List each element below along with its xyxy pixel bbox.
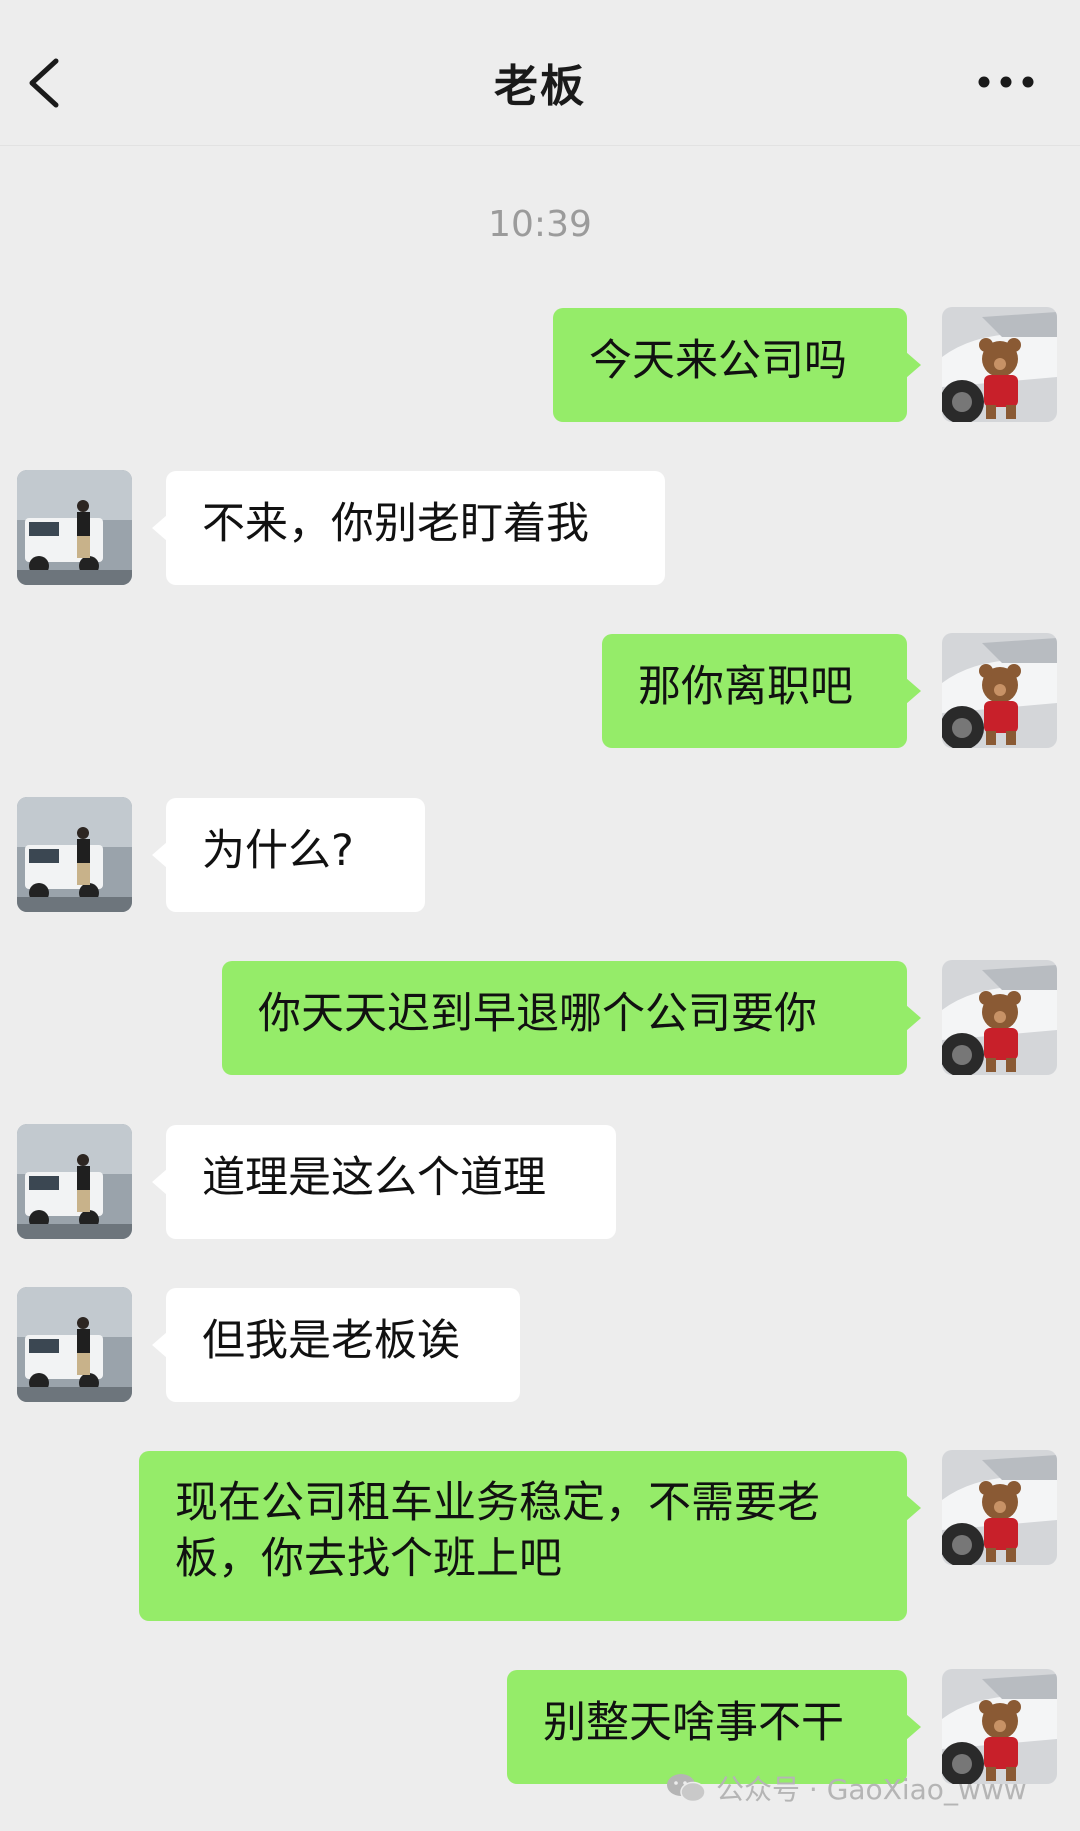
person-with-suv-avatar-icon bbox=[17, 1124, 132, 1239]
chat-header: 老板 bbox=[0, 0, 1080, 146]
contact-avatar[interactable] bbox=[17, 797, 132, 912]
teddy-bear-car-avatar-icon bbox=[942, 960, 1057, 1075]
message-bubble-received[interactable]: 不来，你别老盯着我 bbox=[152, 471, 665, 585]
my-avatar[interactable] bbox=[942, 633, 1057, 748]
message-bubble-received[interactable]: 道理是这么个道理 bbox=[152, 1125, 616, 1239]
message-bubble-sent[interactable]: 别整天啥事不干 bbox=[507, 1670, 921, 1784]
watermark: 公众号 · GaoXiao_www bbox=[666, 1768, 1027, 1808]
my-avatar[interactable] bbox=[942, 960, 1057, 1075]
message-bubble-sent[interactable]: 现在公司租车业务稳定，不需要老板，你去找个班上吧 bbox=[139, 1451, 921, 1621]
teddy-bear-car-avatar-icon bbox=[942, 1450, 1057, 1565]
message-bubble-sent[interactable]: 你天天迟到早退哪个公司要你 bbox=[222, 961, 921, 1075]
person-with-suv-avatar-icon bbox=[17, 797, 132, 912]
wechat-logo-icon bbox=[667, 1774, 706, 1803]
message-timestamp: 10:39 bbox=[488, 204, 592, 245]
teddy-bear-car-avatar-icon bbox=[942, 633, 1057, 748]
my-avatar[interactable] bbox=[942, 1669, 1057, 1784]
more-dots-icon bbox=[978, 76, 1034, 88]
my-avatar[interactable] bbox=[942, 1450, 1057, 1565]
teddy-bear-car-avatar-icon bbox=[942, 1669, 1057, 1784]
person-with-suv-avatar-icon bbox=[17, 1287, 132, 1402]
contact-avatar[interactable] bbox=[17, 1287, 132, 1402]
contact-avatar[interactable] bbox=[17, 1124, 132, 1239]
teddy-bear-car-avatar-icon bbox=[942, 307, 1057, 422]
message-bubble-received[interactable]: 但我是老板诶 bbox=[152, 1288, 520, 1402]
contact-avatar[interactable] bbox=[17, 470, 132, 585]
message-bubble-sent[interactable]: 今天来公司吗 bbox=[553, 308, 921, 422]
chat-title: 老板 bbox=[494, 61, 586, 112]
message-bubble-received[interactable]: 为什么? bbox=[152, 798, 425, 912]
more-button[interactable] bbox=[976, 62, 1036, 102]
my-avatar[interactable] bbox=[942, 307, 1057, 422]
message-bubble-sent[interactable]: 那你离职吧 bbox=[602, 634, 921, 748]
watermark-text: 公众号 · GaoXiao_www bbox=[716, 1773, 1027, 1806]
person-with-suv-avatar-icon bbox=[17, 470, 132, 585]
